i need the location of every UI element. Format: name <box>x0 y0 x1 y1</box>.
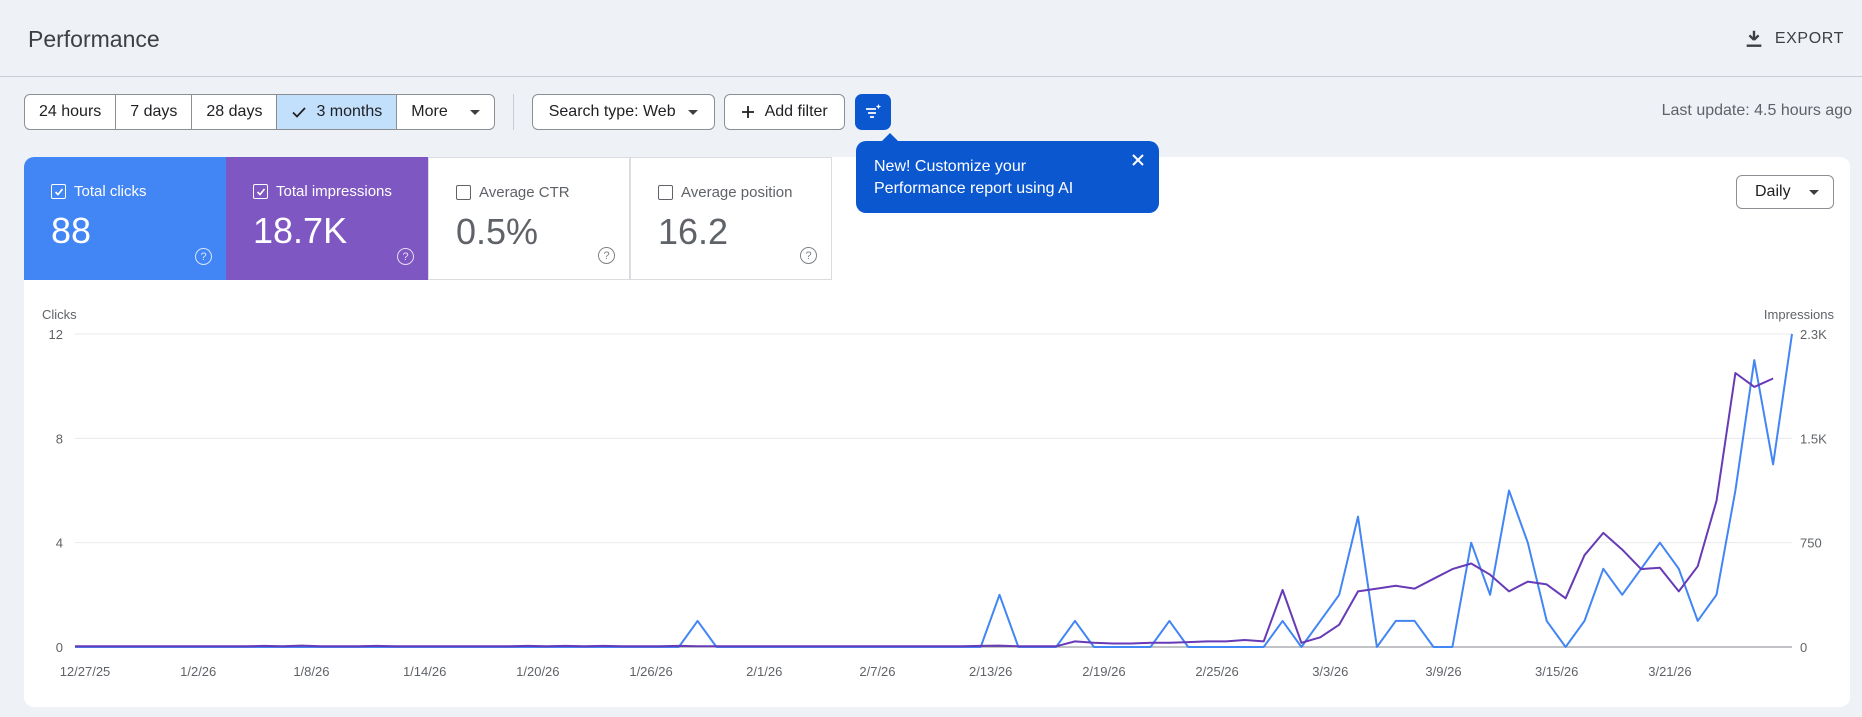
x-axis-tick-label: 3/9/26 <box>1425 664 1461 679</box>
right-axis-tick-label: 2.3K <box>1800 327 1827 342</box>
x-axis-tick-label: 2/13/26 <box>969 664 1012 679</box>
x-axis-tick-label: 1/14/26 <box>403 664 446 679</box>
x-axis-tick-label: 1/20/26 <box>516 664 559 679</box>
right-axis-tick-label: 0 <box>1800 640 1807 655</box>
right-axis-tick-label: 1.5K <box>1800 431 1827 446</box>
performance-chart: Clicks Impressions 12 2.3K 8 1.5K 4 750 0 0 12/27/… <box>42 307 1835 679</box>
series-line-total-clicks <box>75 333 1793 648</box>
x-axis-tick-label: 2/7/26 <box>859 664 895 679</box>
series-line-total-impressions <box>75 372 1774 648</box>
left-axis-tick-label: 4 <box>56 536 63 551</box>
right-axis-tick-label: 750 <box>1800 536 1822 551</box>
left-axis-title: Clicks <box>42 307 77 322</box>
left-axis-tick-label: 0 <box>56 640 63 655</box>
x-axis-tick-label: 3/15/26 <box>1535 664 1578 679</box>
x-axis-tick-label: 2/19/26 <box>1082 664 1125 679</box>
x-axis-tick-label: 3/3/26 <box>1312 664 1348 679</box>
left-axis-tick-label: 8 <box>56 431 63 446</box>
x-axis-tick-label: 1/8/26 <box>293 664 329 679</box>
left-axis-tick-label: 12 <box>49 327 63 342</box>
x-axis-tick-label: 3/21/26 <box>1648 664 1691 679</box>
right-axis-title: Impressions <box>1764 307 1835 322</box>
x-axis-tick-label: 1/2/26 <box>180 664 216 679</box>
x-axis-tick-label: 2/1/26 <box>746 664 782 679</box>
x-axis-tick-label: 12/27/25 <box>60 664 111 679</box>
x-axis-tick-label: 2/25/26 <box>1195 664 1238 679</box>
x-axis-tick-label: 1/26/26 <box>629 664 672 679</box>
